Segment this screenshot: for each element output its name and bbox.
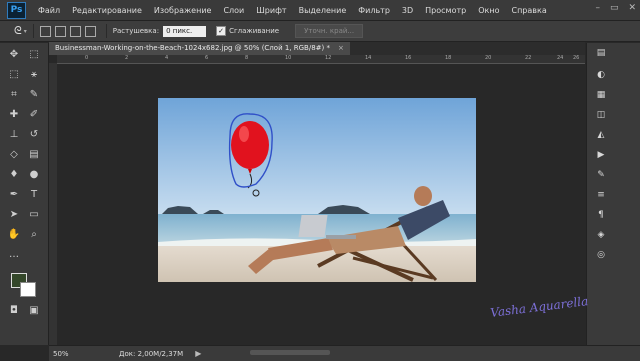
brush-tool-icon[interactable]: ✐ [26, 107, 42, 123]
pen-tool-icon[interactable]: ✒ [6, 187, 22, 203]
crop-tool-icon[interactable]: ⌗ [6, 87, 22, 103]
ruler-mark: 8 [245, 55, 249, 61]
menu-filter[interactable]: Фильтр [352, 6, 396, 15]
shape-tool-icon[interactable]: ▭ [26, 207, 42, 223]
beach-photo [158, 98, 476, 282]
refine-edge-button[interactable]: Уточн. край... [295, 24, 364, 38]
dodge-tool-icon[interactable]: ● [26, 167, 42, 183]
eraser-tool-icon[interactable]: ◇ [6, 147, 22, 163]
screen-mode-icon[interactable]: ▣ [26, 303, 42, 319]
close-icon[interactable]: × [338, 44, 344, 52]
channels-panel-icon[interactable]: ◎ [593, 247, 609, 263]
ruler-mark: 18 [445, 55, 452, 61]
divider [32, 24, 34, 38]
intersect-selection-icon[interactable] [84, 25, 96, 37]
menu-type[interactable]: Шрифт [250, 6, 292, 15]
document-tab[interactable]: Businessman-Working-on-the-Beach-1024x68… [49, 42, 350, 55]
document-tab-title: Businessman-Working-on-the-Beach-1024x68… [55, 44, 330, 52]
close-icon[interactable]: ✕ [628, 3, 636, 13]
ruler-mark: 26 [573, 55, 580, 61]
history-brush-tool-icon[interactable]: ↺ [26, 127, 42, 143]
menu-help[interactable]: Справка [505, 6, 552, 15]
photoshop-logo-icon: Ps [7, 1, 26, 19]
path-selection-tool-icon[interactable]: ➤ [6, 207, 22, 223]
ruler-mark: 4 [165, 55, 169, 61]
styles-panel-icon[interactable]: ◫ [593, 107, 609, 123]
ruler-mark: 2 [125, 55, 129, 61]
properties-panel-icon[interactable]: ▶ [593, 147, 609, 163]
menu-window[interactable]: Окно [472, 6, 505, 15]
ruler-mark: 6 [205, 55, 209, 61]
adjustments-panel-icon[interactable]: ◭ [593, 127, 609, 143]
zoom-level[interactable]: 50% [53, 350, 81, 358]
ruler-mark: 0 [85, 55, 89, 61]
ruler-mark: 10 [285, 55, 292, 61]
character-panel-icon[interactable]: ≡ [593, 187, 609, 203]
tools-panel: ✥ ⬚ ⬚ ⚹ ⌗ ✎ ✚ ✐ ⊥ ↺ ◇ ▤ ♦ ● ✒ T ➤ ▭ ✋ ⌕ … [0, 43, 49, 345]
ruler-mark: 22 [525, 55, 532, 61]
restore-icon[interactable]: ▭ [610, 3, 619, 13]
minimize-icon[interactable]: – [595, 3, 600, 13]
history-panel-icon[interactable]: ▤ [593, 45, 609, 61]
status-bar: 50% Док: 2,00M/2,37M ▶ [49, 345, 640, 361]
subtract-selection-icon[interactable] [69, 25, 81, 37]
divider [105, 24, 107, 38]
lasso-tool-preset-icon[interactable]: ᘓ [14, 24, 22, 38]
ruler-mark: 12 [325, 55, 332, 61]
new-selection-icon[interactable] [39, 25, 51, 37]
brush-panel-icon[interactable]: ✎ [593, 167, 609, 183]
menu-view[interactable]: Просмотр [419, 6, 472, 15]
color-panel-icon[interactable]: ◐ [593, 67, 609, 83]
layers-panel-icon[interactable]: ◈ [593, 227, 609, 243]
clone-stamp-tool-icon[interactable]: ⊥ [6, 127, 22, 143]
menu-3d[interactable]: 3D [396, 6, 419, 15]
document-image[interactable] [158, 98, 476, 282]
blur-tool-icon[interactable]: ♦ [6, 167, 22, 183]
background-color-swatch[interactable] [20, 282, 36, 297]
marquee-tool-icon[interactable]: ⬚ [6, 67, 22, 83]
ruler-mark: 20 [485, 55, 492, 61]
horizontal-scrollbar[interactable] [250, 350, 330, 355]
antialias-label: Сглаживание [229, 27, 280, 35]
antialias-checkbox[interactable]: ✓ [216, 26, 227, 36]
gradient-tool-icon[interactable]: ▤ [26, 147, 42, 163]
chevron-down-icon[interactable]: ▾ [24, 28, 27, 35]
healing-brush-tool-icon[interactable]: ✚ [6, 107, 22, 123]
document-tab-bar: Businessman-Working-on-the-Beach-1024x68… [49, 42, 585, 55]
magic-wand-tool-icon[interactable]: ⚹ [26, 67, 42, 83]
type-tool-icon[interactable]: T [26, 187, 42, 203]
menu-file[interactable]: Файл [32, 6, 66, 15]
eyedropper-tool-icon[interactable]: ✎ [26, 87, 42, 103]
move-tool-icon[interactable]: ✥ [6, 47, 22, 63]
menu-layers[interactable]: Слои [217, 6, 250, 15]
document-size: Док: 2,00M/2,37M [119, 349, 184, 358]
ruler-mark: 14 [365, 55, 372, 61]
zoom-tool-icon[interactable]: ⌕ [26, 227, 42, 243]
ruler-mark: 24 [557, 55, 564, 61]
add-selection-icon[interactable] [54, 25, 66, 37]
menu-select[interactable]: Выделение [293, 6, 353, 15]
feather-label: Растушевка: [112, 27, 160, 35]
status-menu-icon[interactable]: ▶ [195, 349, 201, 358]
menu-bar: Ps Файл Редактирование Изображение Слои … [0, 0, 640, 21]
menu-image[interactable]: Изображение [148, 6, 218, 15]
options-bar: ᘓ ▾ Растушевка: 0 пикс. ✓ Сглаживание Ут… [0, 21, 640, 42]
ruler-mark: 16 [405, 55, 412, 61]
paragraph-panel-icon[interactable]: ¶ [593, 207, 609, 223]
quick-mask-icon[interactable]: ◘ [6, 303, 22, 319]
menu-edit[interactable]: Редактирование [66, 6, 148, 15]
horizontal-ruler: 0 2 4 6 8 10 12 14 16 18 20 22 24 26 [57, 55, 585, 64]
hand-tool-icon[interactable]: ✋ [6, 227, 22, 243]
panel-dock: ▤ ◐ ▦ ◫ ◭ ▶ ✎ ≡ ¶ ◈ ◎ [586, 43, 640, 345]
artboard-tool-icon[interactable]: ⬚ [26, 47, 42, 63]
more-tools-icon[interactable]: … [6, 247, 22, 263]
swatches-panel-icon[interactable]: ▦ [593, 87, 609, 103]
feather-input[interactable]: 0 пикс. [163, 25, 207, 37]
